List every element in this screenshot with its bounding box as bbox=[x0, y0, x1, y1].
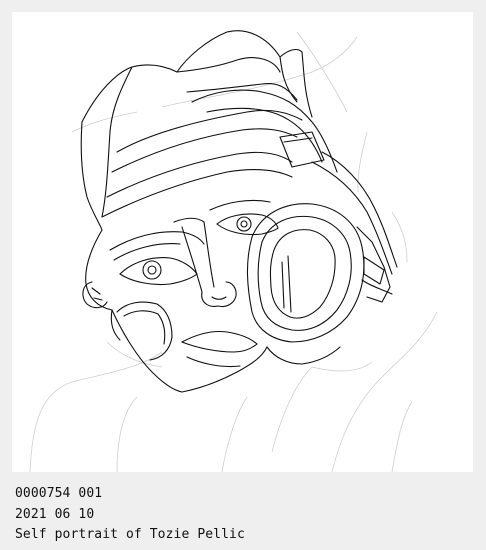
date-label: 2021 06 10 bbox=[15, 506, 95, 522]
caption-block: 0000754 001 2021 06 10 Self portrait of … bbox=[15, 484, 245, 546]
main-line-art bbox=[80, 30, 398, 393]
portrait-drawing bbox=[29, 30, 438, 472]
record-id-label: 0000754 001 bbox=[15, 486, 103, 501]
page-frame: 0000754 001 2021 06 10 Self portrait of … bbox=[0, 0, 486, 550]
artwork-panel bbox=[12, 12, 473, 472]
artwork-title: Self portrait of Tozie Pellic bbox=[15, 527, 245, 542]
